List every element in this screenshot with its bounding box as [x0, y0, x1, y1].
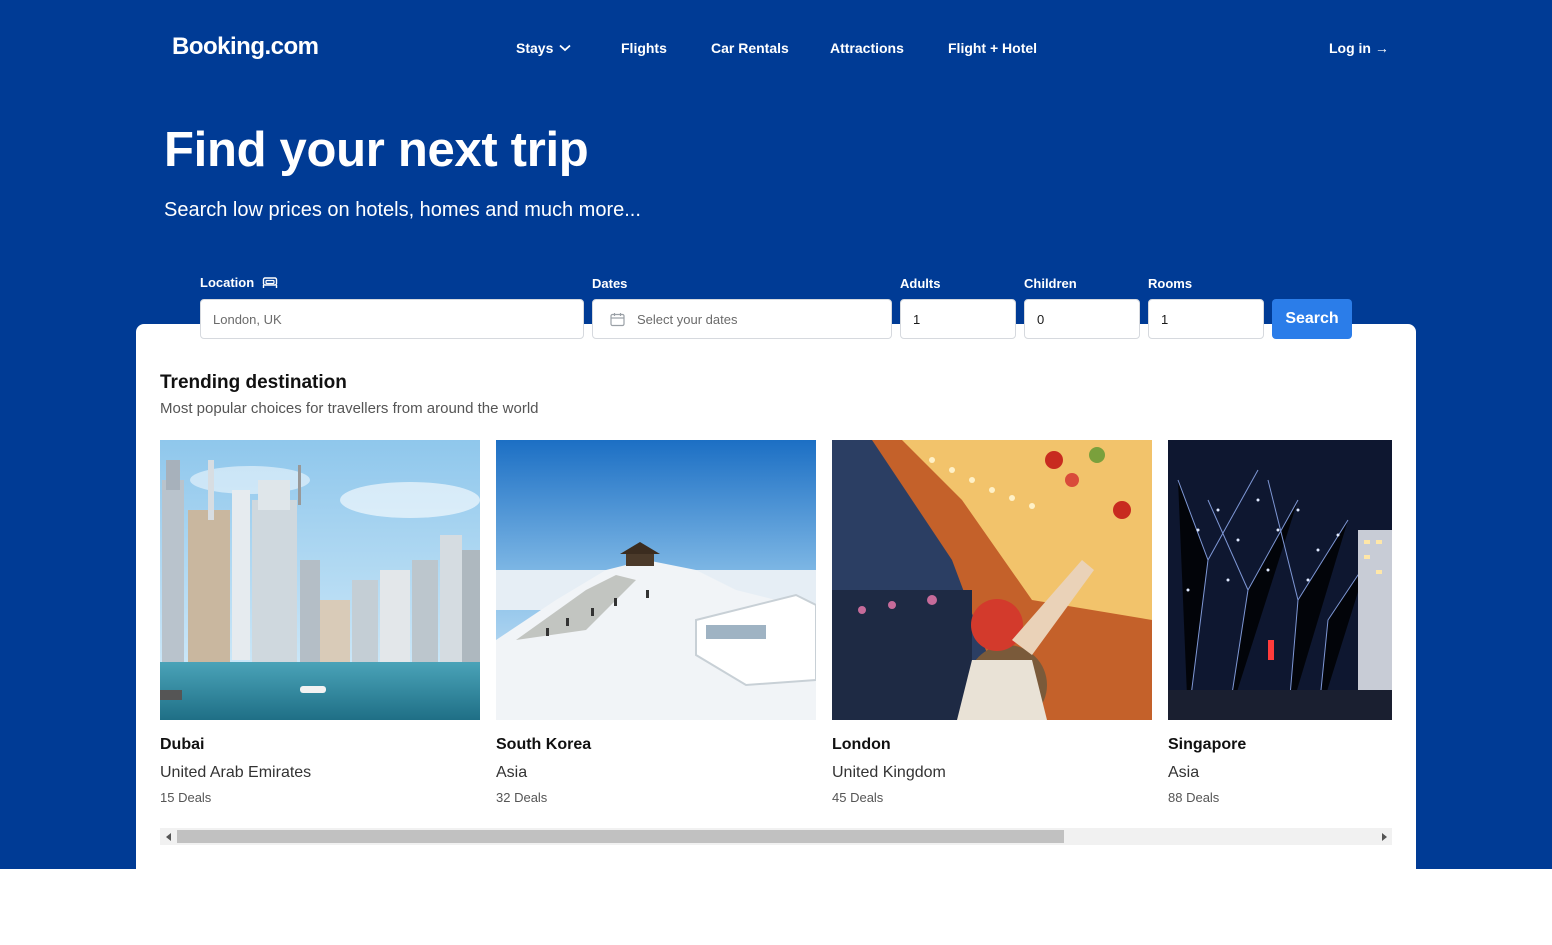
search-button[interactable]: Search [1272, 299, 1352, 339]
page-title: Find your next trip [164, 123, 589, 177]
login-link[interactable]: Log in → [1329, 40, 1389, 56]
destination-country: Asia [496, 764, 528, 781]
destination-card-south-korea[interactable]: South Korea Asia 32 Deals [496, 440, 816, 805]
destination-country: United Kingdom [832, 764, 946, 781]
location-label: Location [200, 275, 278, 290]
dubai-skyline-photo [160, 440, 480, 720]
destination-country: Asia [1168, 764, 1200, 781]
christmas-market-photo [832, 440, 1152, 720]
destination-card-dubai[interactable]: Dubai United Arab Emirates 15 Deals [160, 440, 480, 805]
rooms-input[interactable]: 1 [1148, 299, 1264, 339]
nav-item-flight-hotel[interactable]: Flight + Hotel [948, 40, 1037, 56]
snowy-mountain-photo [496, 440, 816, 720]
bed-icon [262, 277, 278, 288]
adults-input[interactable]: 1 [900, 299, 1016, 339]
location-label-text: Location [200, 275, 255, 290]
nav-item-label: Stays [516, 40, 554, 56]
destination-card-singapore[interactable]: Singapore Asia 88 Deals [1168, 440, 1392, 805]
nav-item-attractions[interactable]: Attractions [830, 40, 904, 56]
dates-placeholder: Select your dates [637, 311, 738, 327]
rooms-label: Rooms [1148, 276, 1193, 291]
children-label: Children [1024, 276, 1077, 291]
destination-name: London [832, 736, 891, 753]
trending-title: Trending destination [160, 372, 347, 393]
destination-deals: 45 Deals [832, 790, 884, 805]
nav-item-car-rentals[interactable]: Car Rentals [711, 40, 789, 56]
main-nav: Stays Flights Car Rentals Attractions Fl… [0, 40, 1552, 58]
night-lights-photo [1168, 440, 1392, 720]
horizontal-scrollbar[interactable] [160, 828, 1392, 845]
page-subtitle: Search low prices on hotels, homes and m… [164, 199, 641, 221]
destination-name: Dubai [160, 736, 205, 753]
nav-item-stays[interactable]: Stays [516, 40, 571, 56]
destination-deals: 88 Deals [1168, 790, 1220, 805]
destination-deals: 15 Deals [160, 790, 212, 805]
calendar-icon [610, 312, 625, 327]
nav-item-flights[interactable]: Flights [621, 40, 667, 56]
scrollbar-thumb[interactable] [177, 830, 1064, 843]
dates-label: Dates [592, 276, 628, 291]
scroll-left-icon[interactable] [160, 828, 177, 845]
destination-name: Singapore [1168, 736, 1247, 753]
children-input[interactable]: 0 [1024, 299, 1140, 339]
destination-card-london[interactable]: London United Kingdom 45 Deals [832, 440, 1152, 805]
destination-deals: 32 Deals [496, 790, 548, 805]
location-input[interactable]: London, UK [200, 299, 584, 339]
chevron-down-icon [559, 44, 571, 52]
adults-label: Adults [900, 276, 941, 291]
scroll-right-icon[interactable] [1375, 828, 1392, 845]
dates-input[interactable]: Select your dates [592, 299, 892, 339]
destination-name: South Korea [496, 736, 592, 753]
trending-subtitle: Most popular choices for travellers from… [160, 400, 539, 417]
destination-country: United Arab Emirates [160, 764, 312, 781]
